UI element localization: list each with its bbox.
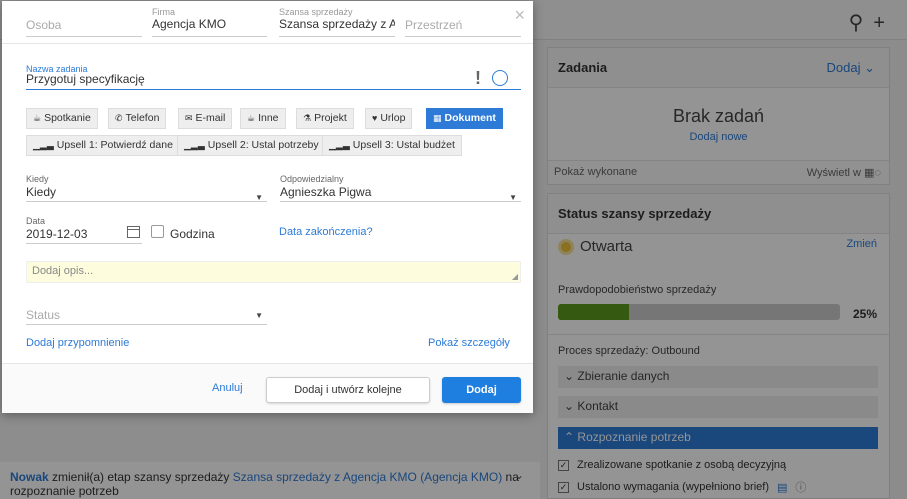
caret-down-icon: ▼ xyxy=(509,193,517,202)
type-button-vacation[interactable]: ♥ Urlop xyxy=(365,108,413,129)
table-icon: ▦ xyxy=(433,113,442,123)
date-label: Data xyxy=(26,216,46,226)
type-button-upsell-3[interactable]: ▁▂▃ Upsell 3: Ustal budżet xyxy=(322,135,462,156)
responsible-label: Odpowiedzialny xyxy=(280,174,344,184)
responsible-value: Agnieszka Pigwa xyxy=(280,185,372,199)
task-name-underline xyxy=(26,89,521,90)
when-value: Kiedy xyxy=(26,185,57,199)
company-field[interactable]: Firma Agencja KMO xyxy=(152,7,267,37)
end-date-link[interactable]: Data zakończenia? xyxy=(279,226,373,238)
responsible-select[interactable]: Odpowiedzialny Agnieszka Pigwa ▼ xyxy=(280,174,521,202)
signal-icon: ▁▂▃ xyxy=(184,140,205,150)
caret-down-icon: ▼ xyxy=(255,311,263,320)
meeting-icon: ☕ xyxy=(33,113,42,123)
show-details-link[interactable]: Pokaż szczegóły xyxy=(428,337,510,349)
type-button-upsell-2[interactable]: ▁▂▃ Upsell 2: Ustal potrzeby xyxy=(177,135,326,156)
priority-icon[interactable]: ! xyxy=(475,68,481,89)
opportunity-label: Szansa sprzedaży xyxy=(279,7,353,17)
date-value: 2019-12-03 xyxy=(26,227,88,241)
time-checkbox[interactable] xyxy=(151,225,164,238)
company-value: Agencja KMO xyxy=(152,17,227,31)
person-placeholder: Osoba xyxy=(26,18,62,32)
type-button-upsell-1[interactable]: ▁▂▃ Upsell 1: Potwierdź dane xyxy=(26,135,180,156)
caret-down-icon: ▼ xyxy=(255,193,263,202)
when-select[interactable]: Kiedy Kiedy ▼ xyxy=(26,174,267,202)
complete-circle-icon[interactable] xyxy=(492,70,508,86)
signal-icon: ▁▂▃ xyxy=(33,140,54,150)
type-button-document[interactable]: ▦ Dokument xyxy=(426,108,503,129)
date-field[interactable]: Data 2019-12-03 xyxy=(26,216,142,244)
modal-footer: Anuluj Dodaj i utwórz kolejne Dodaj xyxy=(2,363,533,413)
opportunity-value: Szansa sprzedaży z Ag xyxy=(279,17,395,31)
description-placeholder: Dodaj opis... xyxy=(32,265,94,277)
phone-icon: ✆ xyxy=(115,113,123,123)
add-button[interactable]: Dodaj xyxy=(442,377,521,403)
type-button-email[interactable]: ✉ E-mail xyxy=(178,108,233,129)
task-name-input[interactable]: Przygotuj specyfikację xyxy=(26,72,145,86)
heart-icon: ♥ xyxy=(372,113,378,123)
add-and-create-next-button[interactable]: Dodaj i utwórz kolejne xyxy=(266,377,430,403)
resize-grip-icon[interactable]: ◢ xyxy=(512,272,518,281)
when-label: Kiedy xyxy=(26,174,49,184)
task-name-section: Nazwa zadania Przygotuj specyfikację ! xyxy=(2,43,533,99)
mail-icon: ✉ xyxy=(185,113,193,123)
cancel-button[interactable]: Anuluj xyxy=(212,382,243,394)
type-button-meeting[interactable]: ☕ Spotkanie xyxy=(26,108,98,129)
space-placeholder: Przestrzeń xyxy=(405,18,463,32)
type-button-other[interactable]: ☕ Inne xyxy=(240,108,286,129)
opportunity-field[interactable]: Szansa sprzedaży Szansa sprzedaży z Ag xyxy=(279,7,395,37)
type-button-phone[interactable]: ✆ Telefon xyxy=(108,108,167,129)
add-task-modal: × Osoba Firma Agencja KMO Szansa sprzeda… xyxy=(2,1,533,413)
company-label: Firma xyxy=(152,7,175,17)
add-reminder-link[interactable]: Dodaj przypomnienie xyxy=(26,337,129,349)
calendar-icon[interactable] xyxy=(127,226,140,238)
person-field[interactable]: Osoba xyxy=(26,7,142,37)
time-label: Godzina xyxy=(170,227,215,241)
signal-icon: ▁▂▃ xyxy=(329,140,350,150)
other-icon: ☕ xyxy=(247,113,256,123)
flask-icon: ⚗ xyxy=(303,113,312,123)
description-input[interactable]: Dodaj opis... ◢ xyxy=(26,261,521,283)
status-placeholder: Status xyxy=(26,308,61,322)
space-field[interactable]: Przestrzeń xyxy=(405,7,521,37)
type-button-project[interactable]: ⚗ Projekt xyxy=(296,108,354,129)
status-select[interactable]: Status ▼ xyxy=(26,307,267,325)
